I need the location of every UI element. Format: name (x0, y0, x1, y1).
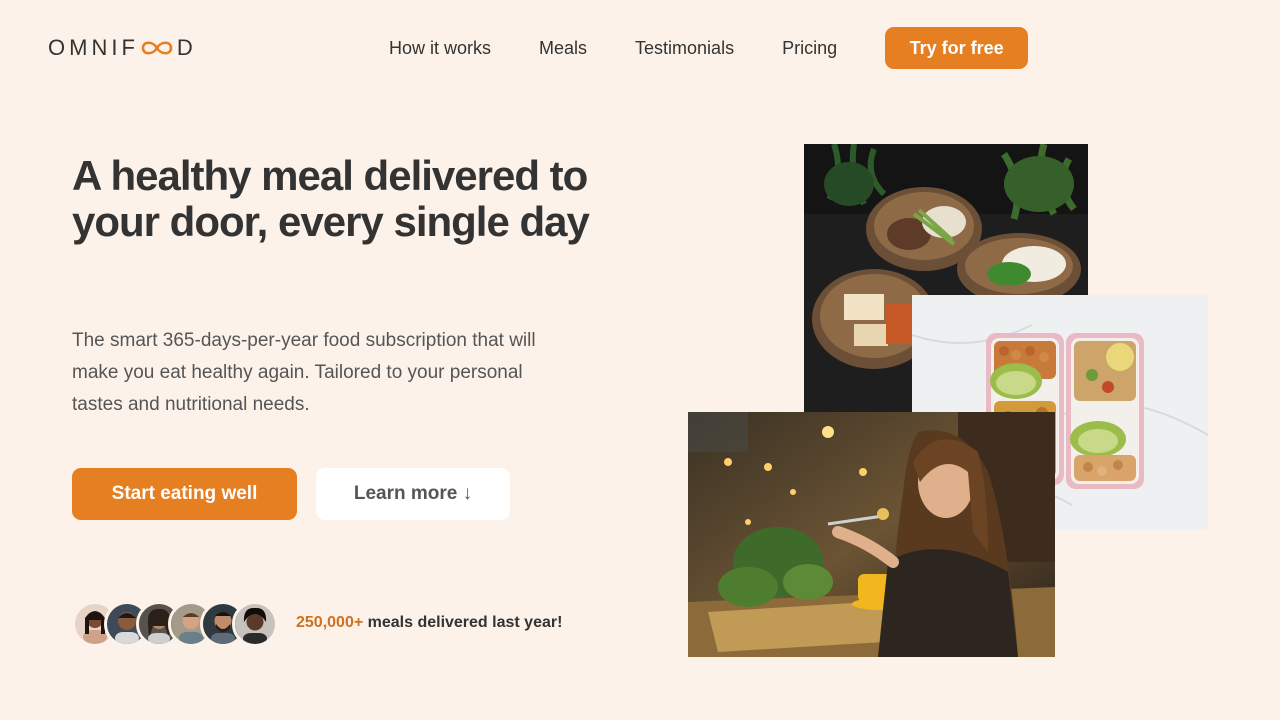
site-header: OMNIF D How it works Meals Testimonials … (0, 0, 1280, 96)
logo-text-left: OMNIF (48, 35, 139, 60)
nav-link-pricing[interactable]: Pricing (782, 38, 837, 59)
hero-title: A healthy meal delivered to your door, e… (72, 152, 590, 245)
try-for-free-button[interactable]: Try for free (885, 27, 1029, 69)
woman-eating-photo (688, 412, 1055, 657)
main-nav: How it works Meals Testimonials Pricing … (389, 26, 1029, 70)
learn-more-button[interactable]: Learn more ↓ (316, 468, 510, 520)
meals-delivered-label: meals delivered last year! (363, 614, 563, 631)
customer-avatar (232, 601, 278, 647)
omnifood-logo[interactable]: OMNIF D (48, 34, 197, 62)
customer-avatars (72, 601, 278, 647)
meals-delivered-count: 250,000+ (296, 614, 364, 631)
nav-link-how-it-works[interactable]: How it works (389, 38, 491, 59)
start-eating-well-button[interactable]: Start eating well (72, 468, 297, 520)
nav-link-testimonials[interactable]: Testimonials (635, 38, 734, 59)
logo-text-right: D (176, 35, 197, 60)
meals-delivered-text: 250,000+ meals delivered last year! (296, 614, 562, 632)
nav-link-meals[interactable]: Meals (539, 38, 587, 59)
infinity-icon (139, 37, 175, 59)
hero-description: The smart 365-days-per-year food subscri… (72, 330, 536, 415)
